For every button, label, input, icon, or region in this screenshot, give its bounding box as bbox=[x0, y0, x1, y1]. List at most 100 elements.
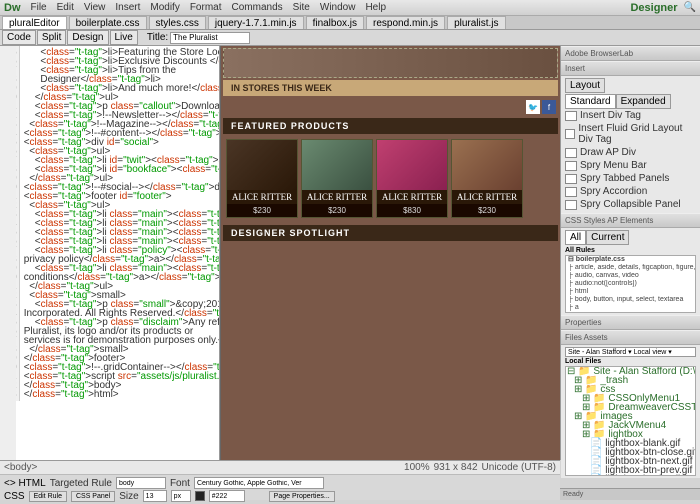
product-card[interactable]: ALICE RITTER$230 bbox=[451, 139, 523, 218]
local-files-label: Local Files bbox=[565, 358, 696, 365]
app-logo: Dw bbox=[4, 2, 21, 14]
menu-format[interactable]: Format bbox=[190, 2, 222, 13]
product-card[interactable]: ALICE RITTER$230 bbox=[226, 139, 298, 218]
tab-pluraleditor[interactable]: pluralEditor bbox=[2, 16, 67, 29]
layout-expanded[interactable]: Expanded bbox=[616, 94, 671, 109]
menu-edit[interactable]: Edit bbox=[57, 2, 74, 13]
product-card[interactable]: ALICE RITTER$230 bbox=[301, 139, 373, 218]
zoom-level[interactable]: 100% bbox=[404, 462, 430, 473]
product-brand: ALICE RITTER bbox=[302, 190, 372, 204]
insert-item[interactable]: Insert Fluid Grid Layout Div Tag bbox=[565, 122, 696, 146]
tab-pluralist[interactable]: pluralist.js bbox=[447, 16, 505, 29]
title-label: Title: bbox=[147, 32, 168, 43]
product-image bbox=[302, 140, 372, 190]
insert-icon bbox=[565, 148, 577, 158]
dimensions: 931 x 842 bbox=[434, 462, 478, 473]
product-price: $830 bbox=[377, 204, 447, 217]
view-split[interactable]: Split bbox=[37, 30, 66, 45]
menu-help[interactable]: Help bbox=[365, 2, 386, 13]
insert-icon bbox=[565, 174, 577, 184]
code-pane[interactable]: 135 136 137 138 139 140 141 142 143 144 … bbox=[0, 46, 220, 460]
insert-icon bbox=[565, 161, 577, 171]
menu-site[interactable]: Site bbox=[293, 2, 310, 13]
menu-insert[interactable]: Insert bbox=[115, 2, 140, 13]
title-input[interactable] bbox=[170, 32, 250, 44]
css-rule[interactable]: ├ article, aside, details, figcaption, f… bbox=[566, 264, 695, 272]
products-grid: ALICE RITTER$230 ALICE RITTER$230 ALICE … bbox=[223, 136, 558, 221]
properties-header[interactable]: Properties bbox=[561, 315, 700, 330]
spotlight-header: DESIGNER SPOTLIGHT bbox=[223, 225, 558, 241]
css-rule[interactable]: ├ a bbox=[566, 304, 695, 312]
menu-file[interactable]: File bbox=[31, 2, 47, 13]
css-rule[interactable]: ├ html bbox=[566, 288, 695, 296]
insert-item[interactable]: Spry Menu Bar bbox=[565, 159, 696, 172]
tab-finalbox[interactable]: finalbox.js bbox=[306, 16, 364, 29]
menu-window[interactable]: Window bbox=[320, 2, 356, 13]
cssstyles-header[interactable]: CSS Styles AP Elements bbox=[561, 213, 700, 228]
properties-panel: <body> 100% 931 x 842 Unicode (UTF-8) <>… bbox=[0, 460, 560, 500]
menu-view[interactable]: View bbox=[84, 2, 106, 13]
insert-icon bbox=[565, 187, 577, 197]
menu-commands[interactable]: Commands bbox=[232, 2, 283, 13]
twitter-icon[interactable]: 🐦 bbox=[526, 100, 540, 114]
insert-item[interactable]: Insert Div Tag bbox=[565, 109, 696, 122]
product-price: $230 bbox=[227, 204, 297, 217]
insert-item[interactable]: Spry Collapsible Panel bbox=[565, 198, 696, 211]
css-all[interactable]: All bbox=[565, 230, 586, 245]
insert-item[interactable]: Spry Tabbed Panels bbox=[565, 172, 696, 185]
encoding: Unicode (UTF-8) bbox=[482, 462, 556, 473]
css-rule[interactable]: ├ a:c bbox=[566, 312, 695, 313]
code-content[interactable]: <class="t-tag">li>Featuring the Store Lo… bbox=[20, 46, 220, 401]
insert-item[interactable]: Spry Accordion bbox=[565, 185, 696, 198]
rules-list[interactable]: ⊟ boilerplate.css ├ article, aside, deta… bbox=[565, 255, 696, 313]
size-input[interactable] bbox=[143, 490, 167, 502]
menubar: Dw File Edit View Insert Modify Format C… bbox=[0, 0, 700, 16]
file-tree-item[interactable]: 📄 lightbox-ico-loading.gif bbox=[566, 475, 695, 476]
tab-respond[interactable]: respond.min.js bbox=[366, 16, 445, 29]
design-pane[interactable]: IN STORES THIS WEEK 🐦 f FEATURED PRODUCT… bbox=[220, 46, 560, 460]
product-brand: ALICE RITTER bbox=[227, 190, 297, 204]
insert-icon bbox=[565, 129, 575, 139]
tag-selector[interactable]: <body> bbox=[4, 462, 37, 473]
files-header[interactable]: Files Assets bbox=[561, 330, 700, 345]
css-current[interactable]: Current bbox=[586, 230, 629, 245]
search-icon[interactable]: 🔍 bbox=[684, 2, 696, 13]
banner-image bbox=[223, 48, 558, 78]
view-live[interactable]: Live bbox=[110, 30, 138, 45]
tab-boilerplate[interactable]: boilerplate.css bbox=[69, 16, 147, 29]
insert-icon bbox=[565, 111, 577, 121]
product-card[interactable]: ALICE RITTER$830 bbox=[376, 139, 448, 218]
tab-styles[interactable]: styles.css bbox=[149, 16, 206, 29]
insert-item[interactable]: Draw AP Div bbox=[565, 146, 696, 159]
tab-jquery[interactable]: jquery-1.7.1.min.js bbox=[208, 16, 304, 29]
status-bar: Ready bbox=[560, 488, 700, 500]
product-image bbox=[377, 140, 447, 190]
facebook-icon[interactable]: f bbox=[542, 100, 556, 114]
size-unit[interactable] bbox=[171, 490, 191, 502]
adobe-browserlab-header[interactable]: Adobe BrowserLab bbox=[561, 46, 700, 61]
allrules-label: All Rules bbox=[565, 247, 696, 254]
layout-dropdown[interactable]: Layout bbox=[565, 78, 605, 93]
product-brand: ALICE RITTER bbox=[377, 190, 447, 204]
file-tree[interactable]: ⊟ 📁 Site - Alan Stafford (D:\Documents\A… bbox=[565, 366, 696, 476]
targeted-rule-input[interactable] bbox=[116, 477, 166, 489]
css-rule[interactable]: ├ body, button, input, select, textarea bbox=[566, 296, 695, 304]
html-mode[interactable]: <> HTML bbox=[4, 478, 46, 489]
site-selector[interactable]: Site - Alan Stafford ▾ Local view ▾ bbox=[565, 347, 696, 357]
product-price: $230 bbox=[452, 204, 522, 217]
insert-panel-header[interactable]: Insert bbox=[561, 61, 700, 76]
font-input[interactable] bbox=[194, 477, 324, 489]
menu-modify[interactable]: Modify bbox=[150, 2, 179, 13]
product-image bbox=[452, 140, 522, 190]
workspace-switcher[interactable]: Designer bbox=[630, 2, 677, 14]
view-toolbar: Code Split Design Live Title: bbox=[0, 30, 700, 46]
color-input[interactable] bbox=[209, 490, 245, 502]
css-rule[interactable]: ├ audio, canvas, video bbox=[566, 272, 695, 280]
css-rule[interactable]: ├ audio:not([controls]) bbox=[566, 280, 695, 288]
view-design[interactable]: Design bbox=[67, 30, 108, 45]
targeted-rule-label: Targeted Rule bbox=[50, 478, 112, 489]
product-image bbox=[227, 140, 297, 190]
layout-standard[interactable]: Standard bbox=[565, 94, 616, 109]
product-brand: ALICE RITTER bbox=[452, 190, 522, 204]
view-code[interactable]: Code bbox=[2, 30, 36, 45]
